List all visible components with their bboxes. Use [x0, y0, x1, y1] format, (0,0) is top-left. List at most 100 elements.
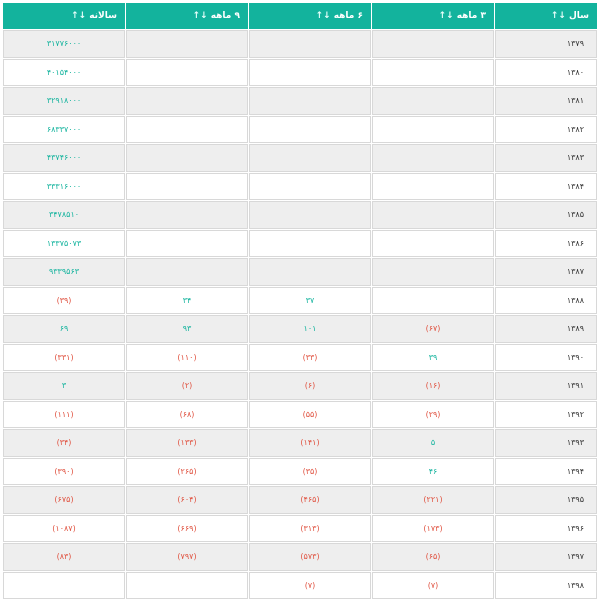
column-header-annual[interactable]: سالانه ↓↑: [3, 3, 125, 29]
cell-q3: [372, 30, 494, 58]
cell-q6: (۱۴۱): [249, 429, 371, 457]
cell-year: ۱۳۹۴: [495, 457, 597, 485]
table-row: ۱۳۹۷ (۶۵) (۵۷۳) (۷۹۷) (۸۳): [3, 543, 597, 571]
cell-q6: [249, 229, 371, 257]
column-header-q6-label: ۶ ماهه: [333, 10, 363, 21]
cell-q9: (۲): [126, 372, 248, 400]
cell-q9: [126, 258, 248, 286]
table-row: ۱۳۹۵ (۲۲۱) (۴۶۵) (۶۰۴) (۶۷۵): [3, 486, 597, 514]
cell-q6: [249, 201, 371, 229]
cell-annual: ۴۳۷۴۶۰۰۰: [3, 144, 125, 172]
cell-year: ۱۳۹۲: [495, 400, 597, 428]
cell-annual: ۳۳۳۱۶۰۰۰: [3, 172, 125, 200]
cell-annual: ۹۳۳۹۵۶۳: [3, 258, 125, 286]
table-row: ۱۳۸۴ ۳۳۳۱۶۰۰۰: [3, 172, 597, 200]
table-row: ۱۳۹۲ (۲۹) (۵۵) (۶۸) (۱۱۱): [3, 400, 597, 428]
table-row: ۱۳۸۸ ۳۷ ۳۴ (۳۹): [3, 286, 597, 314]
column-header-q9-label: ۹ ماهه: [210, 10, 240, 21]
cell-q3: (۲۲۱): [372, 486, 494, 514]
cell-annual: (۳۳۱): [3, 343, 125, 371]
cell-q3: (۱۷۳): [372, 514, 494, 542]
cell-q3: (۷): [372, 571, 494, 599]
cell-q9: [126, 115, 248, 143]
table-body: ۱۳۷۹ ۳۱۷۷۶۰۰۰ ۱۳۸۰ ۴۰۱۵۴۰۰۰ ۱۳۸۱ ۳۲۹۱۸۰۰۰ ۱۳۸۲…: [3, 30, 597, 599]
table-row: ۱۳۹۶ (۱۷۳) (۳۱۳) (۶۶۹) (۱۰۸۷): [3, 514, 597, 542]
cell-annual: ۳: [3, 372, 125, 400]
cell-annual: (۳۴): [3, 429, 125, 457]
cell-year: ۱۳۹۱: [495, 372, 597, 400]
cell-annual: ۳۴۷۸۵۱۰: [3, 201, 125, 229]
cell-annual: [3, 571, 125, 599]
cell-q3: [372, 58, 494, 86]
column-header-q3[interactable]: ۳ ماهه ↓↑: [372, 3, 494, 29]
cell-year: ۱۳۸۲: [495, 115, 597, 143]
cell-q9: ۳۴: [126, 286, 248, 314]
cell-annual: ۱۳۳۷۵۰۷۳: [3, 229, 125, 257]
column-header-q6[interactable]: ۶ ماهه ↓↑: [249, 3, 371, 29]
cell-q9: (۱۳۳): [126, 429, 248, 457]
cell-q6: (۵۵): [249, 400, 371, 428]
cell-q3: ۵: [372, 429, 494, 457]
column-header-year[interactable]: سال ↓↑: [495, 3, 597, 29]
cell-q6: [249, 172, 371, 200]
table-row: ۱۳۸۲ ۶۸۳۳۷۰۰۰: [3, 115, 597, 143]
column-header-q9[interactable]: ۹ ماهه ↓↑: [126, 3, 248, 29]
cell-q9: [126, 201, 248, 229]
cell-year: ۱۳۸۸: [495, 286, 597, 314]
cell-annual: (۱۰۸۷): [3, 514, 125, 542]
sort-icon[interactable]: ↓↑: [315, 11, 330, 21]
cell-q3: [372, 144, 494, 172]
cell-year: ۱۳۸۷: [495, 258, 597, 286]
cell-q6: [249, 258, 371, 286]
cell-year: ۱۳۷۹: [495, 30, 597, 58]
cell-q9: [126, 144, 248, 172]
cell-annual: (۶۷۵): [3, 486, 125, 514]
cell-q6: (۶): [249, 372, 371, 400]
cell-q9: [126, 229, 248, 257]
column-header-annual-label: سالانه: [89, 10, 117, 21]
cell-q9: (۶۸): [126, 400, 248, 428]
cell-annual: ۴۰۱۵۴۰۰۰: [3, 58, 125, 86]
table-row: ۱۳۸۹ (۶۷) ۱۰۱ ۹۳ ۶۹: [3, 315, 597, 343]
sort-icon[interactable]: ↓↑: [71, 11, 86, 21]
cell-year: ۱۳۸۶: [495, 229, 597, 257]
cell-q6: [249, 30, 371, 58]
cell-year: ۱۳۹۵: [495, 486, 597, 514]
cell-q3: [372, 286, 494, 314]
cell-q3: (۶۵): [372, 543, 494, 571]
cell-q9: (۱۱۰): [126, 343, 248, 371]
table-row: ۱۳۸۶ ۱۳۳۷۵۰۷۳: [3, 229, 597, 257]
column-header-q3-label: ۳ ماهه: [456, 10, 486, 21]
cell-year: ۱۳۹۳: [495, 429, 597, 457]
cell-q6: (۳۵): [249, 457, 371, 485]
cell-q9: (۷۹۷): [126, 543, 248, 571]
cell-q9: [126, 58, 248, 86]
cell-q3: ۳۹: [372, 343, 494, 371]
table-row: ۱۳۹۸ (۷) (۷): [3, 571, 597, 599]
cell-q3: [372, 258, 494, 286]
cell-q6: (۷): [249, 571, 371, 599]
header-row: سال ↓↑ ۳ ماهه ↓↑ ۶ ماهه ↓↑ ۹ ماهه ↓↑ سال…: [3, 3, 597, 29]
sort-icon[interactable]: ↓↑: [551, 11, 566, 21]
cell-year: ۱۳۹۶: [495, 514, 597, 542]
cell-annual: ۶۹: [3, 315, 125, 343]
cell-annual: ۳۲۹۱۸۰۰۰: [3, 87, 125, 115]
sort-icon[interactable]: ↓↑: [192, 11, 207, 21]
cell-q3: [372, 115, 494, 143]
data-table-container: سال ↓↑ ۳ ماهه ↓↑ ۶ ماهه ↓↑ ۹ ماهه ↓↑ سال…: [2, 2, 598, 600]
cell-q6: [249, 58, 371, 86]
cell-q6: ۱۰۱: [249, 315, 371, 343]
table-row: ۱۳۹۰ ۳۹ (۳۳) (۱۱۰) (۳۳۱): [3, 343, 597, 371]
cell-q6: ۳۷: [249, 286, 371, 314]
cell-q6: (۵۷۳): [249, 543, 371, 571]
cell-annual: ۳۱۷۷۶۰۰۰: [3, 30, 125, 58]
table-row: ۱۳۸۰ ۴۰۱۵۴۰۰۰: [3, 58, 597, 86]
cell-q9: (۲۶۵): [126, 457, 248, 485]
cell-year: ۱۳۹۷: [495, 543, 597, 571]
cell-q9: (۶۰۴): [126, 486, 248, 514]
sort-icon[interactable]: ↓↑: [438, 11, 453, 21]
cell-q3: [372, 229, 494, 257]
cell-year: ۱۳۸۳: [495, 144, 597, 172]
table-row: ۱۳۸۳ ۴۳۷۴۶۰۰۰: [3, 144, 597, 172]
cell-q6: (۴۶۵): [249, 486, 371, 514]
